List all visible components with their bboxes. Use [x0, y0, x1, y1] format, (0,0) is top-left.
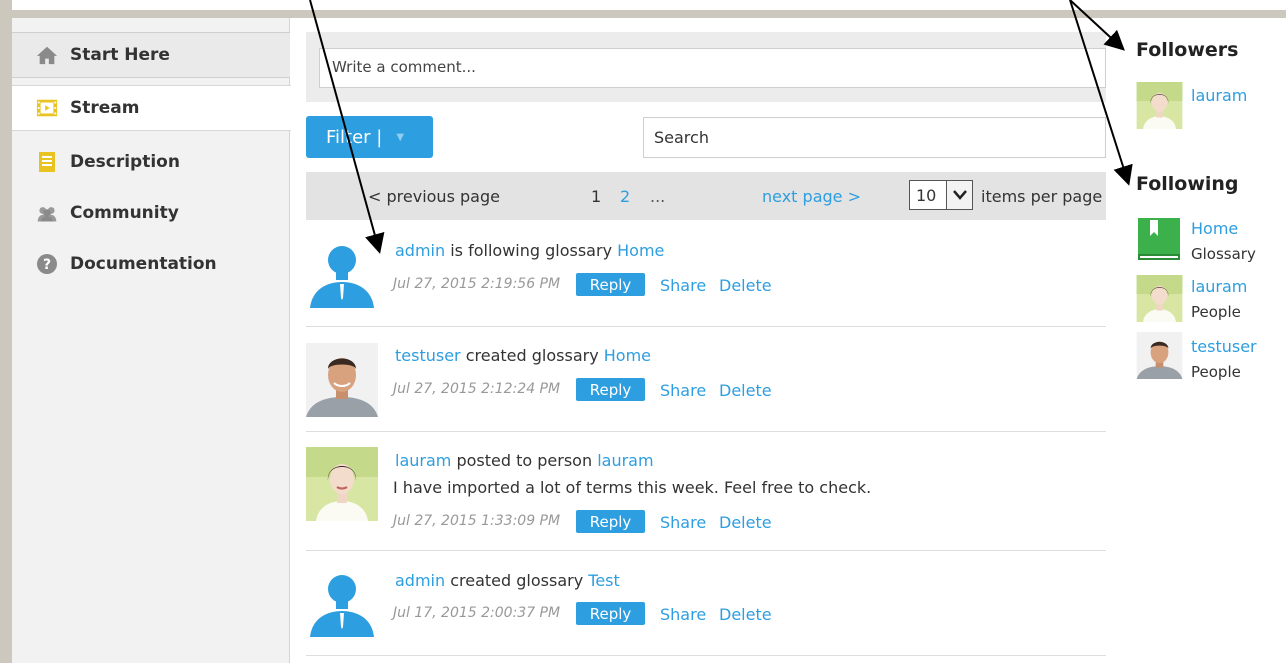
- annotation-arrows: [309, 0, 1133, 254]
- arrow-to-stream-entry: [309, 0, 385, 254]
